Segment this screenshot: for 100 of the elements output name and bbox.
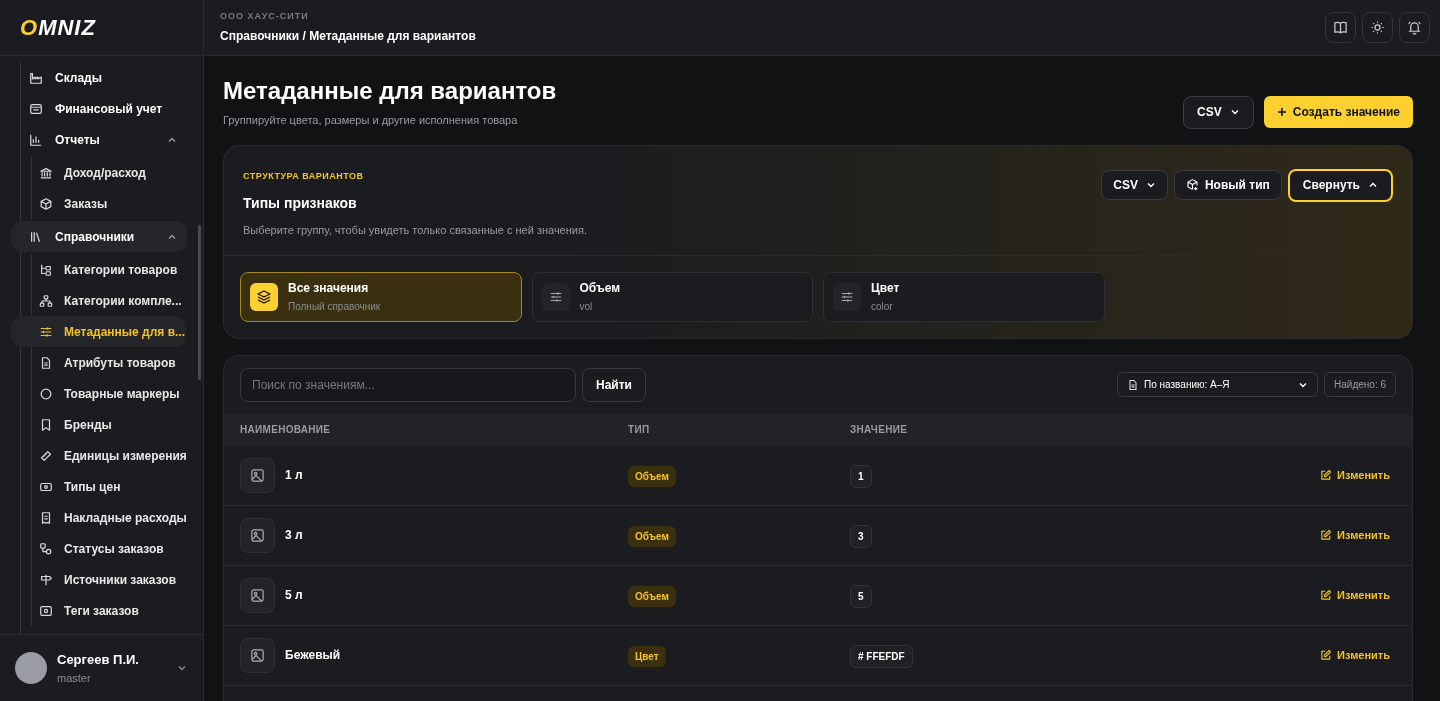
- sidebar-item[interactable]: Теги заказов: [11, 595, 186, 626]
- sidebar-item[interactable]: Типы цен: [11, 471, 186, 502]
- page-subtitle: Группируйте цвета, размеры и другие исполнения товара: [223, 113, 519, 128]
- edit-link[interactable]: Изменить: [1320, 646, 1396, 664]
- type-tag: Объем: [628, 466, 676, 487]
- avatar: [15, 652, 47, 684]
- wallet-icon: [29, 101, 43, 116]
- section-eyebrow: СТРУКТУРА ВАРИАНТОВ: [243, 169, 365, 183]
- bar-chart-icon: [29, 132, 43, 147]
- sidebar-item[interactable]: Доход/расход: [11, 157, 186, 188]
- books-icon: [29, 229, 43, 244]
- type-subtitle: Полный справочник: [288, 300, 381, 314]
- plus-icon: [1276, 107, 1287, 117]
- edit-icon: [1320, 649, 1333, 661]
- nodes-icon: [39, 541, 53, 556]
- circle-icon: [39, 386, 53, 401]
- signpost-icon: [39, 572, 53, 587]
- value-chip: 1: [850, 464, 872, 488]
- scrollbar-thumb[interactable]: [198, 225, 201, 380]
- collapse-button[interactable]: Свернуть: [1287, 168, 1393, 202]
- value-chip: 3: [850, 524, 872, 548]
- sidebar-item[interactable]: Накладные расходы: [11, 502, 186, 533]
- chevron-up-icon: [1368, 180, 1378, 190]
- sidebar-item[interactable]: Единицы измерения: [11, 440, 186, 471]
- type-card[interactable]: Объем vol: [531, 271, 813, 322]
- document-icon: [39, 355, 53, 370]
- edit-link[interactable]: Изменить: [1320, 586, 1396, 604]
- bell-icon[interactable]: [1399, 12, 1430, 43]
- bank-icon: [39, 165, 53, 180]
- sidebar-item[interactable]: Склады: [11, 62, 187, 93]
- image-placeholder-icon: [240, 517, 275, 553]
- type-subtitle: vol: [579, 300, 594, 314]
- user-name: Сергеев П.И.: [57, 651, 140, 669]
- sidebar-item[interactable]: Бренды: [11, 409, 186, 440]
- sidebar-item[interactable]: Финансовый учет: [11, 93, 187, 124]
- bookmark-icon: [39, 417, 53, 432]
- receipt-icon: [39, 510, 53, 525]
- value-name: 5 л: [285, 587, 303, 604]
- cube-icon: [39, 196, 53, 211]
- section-description: Выберите группу, чтобы увидеть только связанные с ней значения.: [243, 223, 587, 238]
- column-header: ТИП: [628, 423, 651, 437]
- tree-icon: [39, 262, 53, 277]
- create-value-button[interactable]: Создать значение: [1263, 96, 1413, 128]
- type-card[interactable]: Цвет color: [823, 271, 1105, 322]
- cube-plus-icon: [1185, 178, 1199, 191]
- sidebar-item[interactable]: Атрибуты товаров: [11, 347, 186, 378]
- type-card[interactable]: Все значения Полный справочник: [240, 271, 522, 322]
- edit-icon: [1320, 469, 1333, 481]
- column-header: НАИМЕНОВАНИЕ: [240, 423, 332, 437]
- chevron-down-icon: [1229, 107, 1240, 117]
- sidebar-item[interactable]: Товарные маркеры: [11, 378, 186, 409]
- value-name: 3 л: [285, 527, 303, 544]
- sidebar-item[interactable]: Категории компле...: [11, 285, 186, 316]
- value-chip: 5: [850, 584, 872, 608]
- edit-icon: [1320, 529, 1333, 541]
- factory-icon: [29, 70, 43, 85]
- type-tag: Объем: [628, 586, 676, 607]
- sliders-icon: [39, 324, 53, 339]
- edit-link[interactable]: Изменить: [1320, 466, 1396, 484]
- type-tag: Объем: [628, 526, 676, 547]
- sidebar-item[interactable]: Статусы заказов: [11, 533, 186, 564]
- user-role: master: [57, 670, 92, 686]
- theme-toggle-icon[interactable]: [1362, 12, 1393, 43]
- type-title: Все значения: [288, 280, 370, 297]
- document-icon: [1127, 378, 1140, 391]
- sidebar-item[interactable]: Источники заказов: [11, 564, 186, 595]
- ruler-icon: [39, 448, 53, 463]
- type-subtitle: color: [871, 300, 894, 314]
- sidebar-item[interactable]: Справочники: [11, 221, 187, 252]
- value-chip: # FFEFDF: [850, 644, 913, 668]
- sliders-icon: [833, 282, 861, 311]
- type-title: Цвет: [871, 280, 900, 297]
- search-button[interactable]: Найти: [582, 367, 646, 402]
- sliders-icon: [541, 282, 570, 311]
- breadcrumb: Справочники / Метаданные для вариантов: [220, 27, 476, 45]
- search-field[interactable]: Поиск по значениям...: [240, 367, 576, 402]
- hierarchy-icon: [39, 293, 53, 308]
- image-placeholder-icon: [240, 577, 275, 613]
- column-header: ЗНАЧЕНИЕ: [850, 423, 909, 437]
- sort-dropdown[interactable]: По названию: А–Я: [1117, 372, 1319, 397]
- sidebar-item[interactable]: Заказы: [11, 188, 186, 219]
- logo: OMNIZ: [20, 16, 96, 39]
- edit-link[interactable]: Изменить: [1320, 526, 1396, 544]
- organization-name: ООО ХАУС-СИТИ: [220, 10, 310, 24]
- book-icon[interactable]: [1325, 12, 1356, 43]
- sidebar-item[interactable]: Категории товаров: [11, 254, 186, 285]
- section-title: Типы признаков: [243, 194, 358, 213]
- image-placeholder-icon: [240, 457, 275, 493]
- type-tag: Цвет: [628, 646, 666, 667]
- layers-icon: [250, 282, 278, 311]
- page-title: Метаданные для вариантов: [223, 76, 557, 106]
- new-type-button[interactable]: Новый тип: [1173, 169, 1282, 200]
- value-name: Бежевый: [285, 647, 341, 664]
- sidebar-item[interactable]: Отчеты: [11, 124, 187, 155]
- image-placeholder-icon: [240, 637, 275, 673]
- csv-dropdown[interactable]: CSV: [1183, 95, 1254, 129]
- edit-icon: [1320, 589, 1333, 601]
- sidebar-item[interactable]: Метаданные для в...: [11, 316, 186, 347]
- result-count: Найдено: 6: [1324, 372, 1396, 397]
- csv-dropdown[interactable]: CSV: [1101, 169, 1168, 200]
